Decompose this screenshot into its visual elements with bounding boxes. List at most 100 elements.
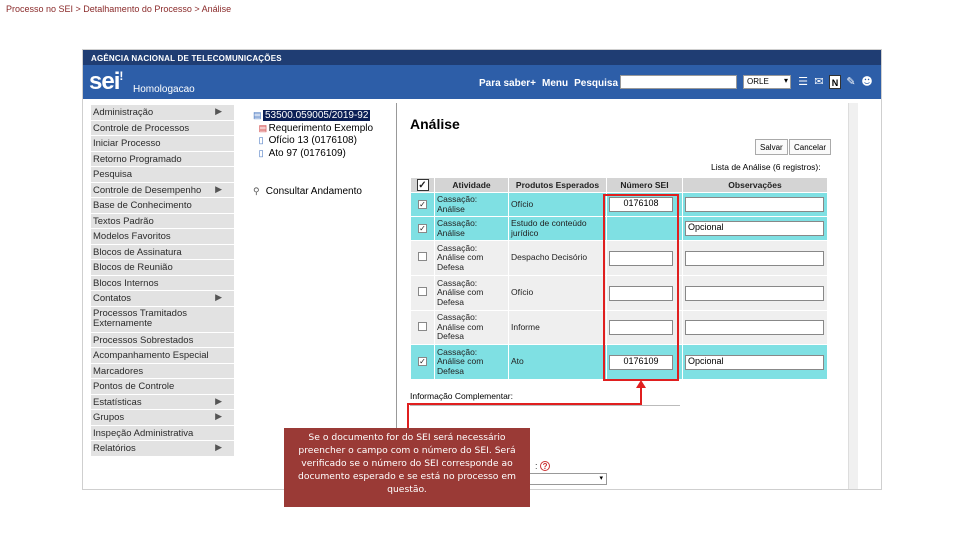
- nav-pesquisa[interactable]: Pesquisa: [574, 78, 618, 89]
- sidebar-item[interactable]: Administração ▶: [91, 105, 234, 121]
- pdf-icon: ▤: [258, 122, 268, 133]
- doc-label: Requerimento Exemplo: [268, 122, 374, 134]
- activity-cell: Cassação: Análise: [437, 194, 478, 214]
- sidebar-item[interactable]: Pontos de Controle: [91, 379, 234, 395]
- search-input[interactable]: [620, 75, 737, 89]
- sidebar-item[interactable]: Textos Padrão: [91, 213, 234, 229]
- sidebar-item[interactable]: Marcadores: [91, 363, 234, 379]
- sidebar-item-label: Retorno Programado: [93, 153, 182, 165]
- logo-text: sei: [89, 68, 120, 95]
- vertical-scrollbar[interactable]: [848, 103, 858, 489]
- observation-input[interactable]: [685, 197, 824, 212]
- observation-input[interactable]: [685, 285, 824, 301]
- sidebar-item[interactable]: Estatísticas ▶: [91, 394, 234, 410]
- sidebar-item[interactable]: Processos Sobrestados: [91, 332, 234, 348]
- unit-select[interactable]: ORLE ▾: [743, 75, 791, 89]
- doc-label: Ato 97 (0176109): [268, 147, 346, 159]
- row-checkbox[interactable]: ✓: [418, 223, 427, 233]
- process-number: 53500.059005/2019-92: [263, 110, 371, 121]
- sidebar-item-label: Processos Sobrestados: [93, 334, 194, 346]
- observation-input[interactable]: [685, 250, 824, 266]
- n-icon[interactable]: N: [829, 75, 841, 89]
- select-all-header[interactable]: ✓: [410, 177, 435, 193]
- row-checkbox[interactable]: [418, 287, 427, 297]
- sidebar-item[interactable]: Iniciar Processo: [91, 136, 234, 152]
- row-checkbox[interactable]: ✓: [418, 357, 427, 367]
- sidebar-item[interactable]: Retorno Programado: [91, 151, 234, 167]
- chevron-right-icon: ▶: [215, 395, 222, 406]
- sei-logo[interactable]: sei!: [89, 68, 123, 96]
- envelope-icon[interactable]: ✉: [813, 75, 825, 89]
- row-checkbox[interactable]: [418, 321, 427, 331]
- sidebar-item-label: Acompanhamento Especial: [93, 350, 209, 361]
- chevron-right-icon: ▶: [215, 292, 222, 302]
- sidebar-item[interactable]: Acompanhamento Especial: [91, 348, 234, 364]
- observation-input[interactable]: Opcional: [685, 221, 824, 236]
- page-title: Análise: [410, 116, 460, 132]
- sidebar-item[interactable]: Controle de Desempenho ▶: [91, 182, 234, 198]
- document-icon: ▯: [258, 147, 264, 158]
- sidebar-item-label: Contatos: [93, 293, 132, 304]
- col-produtos: Produtos Esperados: [508, 177, 607, 193]
- row-checkbox[interactable]: ✓: [418, 199, 427, 209]
- sidebar-item-label: Processos Tramitados Externamente: [93, 307, 187, 329]
- breadcrumb: Processo no SEI > Detalhamento do Proces…: [6, 4, 232, 14]
- chevron-right-icon: ▶: [215, 411, 222, 421]
- observation-input[interactable]: Opcional: [685, 354, 824, 370]
- col-atividade: Atividade: [434, 177, 509, 193]
- agency-bar: AGÊNCIA NACIONAL DE TELECOMUNICAÇÕES: [83, 50, 881, 65]
- help-icon[interactable]: ?: [540, 461, 551, 471]
- header-icons: ☰ ✉ N ✎ ☻: [797, 75, 873, 89]
- cancel-button[interactable]: Cancelar: [789, 139, 832, 155]
- document-icon: ▯: [258, 135, 264, 145]
- info-divider: [410, 405, 680, 406]
- sidebar-item[interactable]: Relatórios ▶: [91, 441, 234, 457]
- sidebar-item[interactable]: Pesquisa: [91, 167, 234, 183]
- doc-label: Ofício 13 (0176108): [268, 135, 357, 146]
- product-cell: Ato: [511, 356, 524, 367]
- product-cell: Despacho Decisório: [511, 252, 588, 263]
- col-observacoes: Observações: [682, 177, 828, 193]
- sidebar-item[interactable]: Blocos de Assinatura: [91, 244, 234, 260]
- list-caption: Lista de Análise (6 registros):: [711, 162, 821, 172]
- tools-icon[interactable]: ✎: [845, 75, 857, 89]
- nav-para-saber[interactable]: Para saber+: [479, 78, 536, 89]
- sidebar-item[interactable]: Modelos Favoritos: [91, 229, 234, 245]
- sidebar-item[interactable]: Inspeção Administrativa: [91, 425, 234, 441]
- user-icon[interactable]: ☻: [861, 75, 873, 89]
- sidebar-item[interactable]: Grupos ▶: [91, 410, 234, 426]
- tree-doc-3[interactable]: ▯ Ato 97 (0176109): [253, 148, 391, 161]
- tree-doc-2[interactable]: ▯ Ofício 13 (0176108): [253, 135, 391, 148]
- save-button[interactable]: Salvar: [755, 139, 788, 155]
- sidebar-item[interactable]: Base de Conhecimento: [91, 198, 234, 214]
- folder-icon: ▤: [253, 110, 262, 120]
- sidebar-item-label: Textos Padrão: [93, 215, 154, 227]
- app-header: sei! Homologacao Para saber+ Menu Pesqui…: [83, 65, 881, 99]
- activity-cell: Cassação: Análise com Defesa: [437, 242, 484, 272]
- environment-label: Homologacao: [133, 84, 195, 95]
- sidebar-item[interactable]: Contatos ▶: [91, 291, 234, 307]
- process-tree: ▤ 53500.059005/2019-92 ▤Requerimento Exem…: [253, 110, 391, 160]
- list-icon[interactable]: ☰: [797, 75, 809, 89]
- observation-input[interactable]: [685, 320, 824, 335]
- callout-note: Se o documento for do SEI será necessári…: [284, 428, 530, 507]
- tree-process[interactable]: ▤ 53500.059005/2019-92: [253, 110, 391, 123]
- nav-menu[interactable]: Menu: [542, 78, 568, 89]
- sidebar-item[interactable]: Processos Tramitados Externamente: [91, 306, 234, 333]
- bottom-select[interactable]: ▾: [524, 473, 607, 485]
- sidebar-item-label: Administração: [93, 107, 154, 118]
- consultar-andamento-link[interactable]: ⚲ Consultar Andamento: [253, 186, 362, 197]
- sidebar-item-label: Controle de Processos: [93, 122, 190, 134]
- info-complementar-label: Informação Complementar:: [410, 391, 513, 401]
- sidebar-item-label: Blocos Internos: [93, 277, 159, 289]
- sidebar-item-label: Grupos: [93, 412, 125, 423]
- sidebar-item-label: Marcadores: [93, 365, 144, 377]
- sidebar-item[interactable]: Blocos de Reunião: [91, 260, 234, 276]
- sidebar-item-label: Modelos Favoritos: [93, 231, 171, 242]
- sidebar-item[interactable]: Blocos Internos: [91, 275, 234, 291]
- row-checkbox[interactable]: [418, 252, 427, 262]
- chevron-down-icon: ▾: [599, 474, 603, 482]
- select-all-checkbox[interactable]: ✓: [416, 179, 429, 191]
- tree-doc-1[interactable]: ▤Requerimento Exemplo: [253, 123, 391, 136]
- sidebar-item[interactable]: Controle de Processos: [91, 120, 234, 136]
